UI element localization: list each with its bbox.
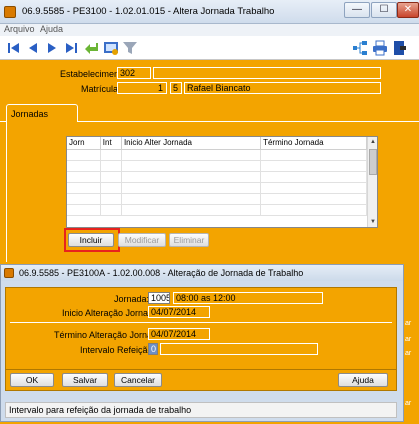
- close-button[interactable]: ✕: [397, 2, 419, 18]
- jornada-label: Jornada:: [114, 294, 150, 304]
- grid-header-row: Jorn Int Inicio Alter Jornada Término Jo…: [67, 137, 367, 150]
- column-header-termino[interactable]: Término Jornada: [260, 137, 367, 150]
- estabelecimento-desc-field: [153, 67, 381, 79]
- toolbar: [0, 36, 419, 60]
- inicio-label: Inicio Alteração Jornada:: [62, 308, 161, 318]
- background-window-edge: ar ar ar ar: [404, 290, 419, 424]
- exit-icon[interactable]: [392, 40, 408, 56]
- matricula-digit-field: 5: [170, 82, 182, 94]
- grid-vertical-scrollbar[interactable]: ▲ ▼: [367, 137, 377, 227]
- tab-jornadas[interactable]: Jornadas: [6, 104, 78, 122]
- table-row[interactable]: [67, 171, 367, 183]
- eliminar-button[interactable]: Eliminar: [169, 233, 209, 247]
- main-window: 06.9.5585 - PE3100 - 1.02.01.015 - Alter…: [0, 0, 419, 424]
- cancelar-button[interactable]: Cancelar: [114, 373, 162, 387]
- estabelecimento-field[interactable]: 302: [117, 67, 151, 79]
- modificar-button[interactable]: Modificar: [118, 233, 166, 247]
- jornada-desc-field: 08:00 as 12:00: [173, 292, 323, 304]
- dialog-separator: [10, 322, 392, 323]
- matricula-label: Matrícula:: [81, 84, 121, 94]
- scroll-thumb[interactable]: [369, 149, 377, 175]
- table-row[interactable]: [67, 182, 367, 194]
- intervalo-desc-field: [160, 343, 318, 355]
- matricula-field[interactable]: 1: [117, 82, 167, 94]
- jornadas-grid[interactable]: Jorn Int Inicio Alter Jornada Término Jo…: [66, 136, 378, 228]
- intervalo-label: Intervalo Refeição:: [80, 345, 156, 355]
- menu-arquivo[interactable]: Arquivo: [4, 24, 35, 34]
- hierarchy-icon[interactable]: [352, 40, 368, 56]
- table-row[interactable]: [67, 160, 367, 172]
- dialog-button-bar: OK Salvar Cancelar Ajuda: [5, 369, 397, 391]
- matricula-name-field: Rafael Biancato: [184, 82, 381, 94]
- last-record-icon[interactable]: [63, 40, 79, 56]
- jornada-field[interactable]: 1005: [148, 292, 170, 304]
- window-title: 06.9.5585 - PE3100 - 1.02.01.015 - Alter…: [22, 6, 275, 17]
- column-header-int[interactable]: Int: [100, 137, 122, 150]
- scroll-up-icon[interactable]: ▲: [369, 138, 377, 146]
- menu-bar: Arquivo Ajuda: [0, 24, 419, 36]
- column-header-inicio[interactable]: Inicio Alter Jornada: [121, 137, 262, 150]
- incluir-button[interactable]: Incluir: [68, 233, 114, 247]
- table-row[interactable]: [67, 193, 367, 205]
- title-bar: 06.9.5585 - PE3100 - 1.02.01.015 - Alter…: [0, 0, 419, 24]
- tab-jornadas-label: Jornadas: [11, 109, 49, 119]
- return-icon[interactable]: [84, 40, 100, 56]
- menu-ajuda[interactable]: Ajuda: [40, 24, 63, 34]
- intervalo-field[interactable]: 0: [148, 343, 158, 355]
- inicio-field[interactable]: 04/07/2014: [148, 306, 210, 318]
- table-row[interactable]: [67, 204, 367, 216]
- termino-field[interactable]: 04/07/2014: [148, 328, 210, 340]
- ok-button[interactable]: OK: [10, 373, 54, 387]
- first-record-icon[interactable]: [6, 40, 22, 56]
- minimize-button[interactable]: —: [344, 2, 370, 18]
- alteracao-jornada-dialog: 06.9.5585 - PE3100A - 1.02.00.008 - Alte…: [0, 264, 404, 422]
- filter-icon[interactable]: [122, 40, 138, 56]
- app-icon: [4, 6, 16, 18]
- table-row[interactable]: [67, 149, 367, 161]
- salvar-button[interactable]: Salvar: [62, 373, 108, 387]
- previous-record-icon[interactable]: [25, 40, 41, 56]
- next-record-icon[interactable]: [44, 40, 60, 56]
- scroll-down-icon[interactable]: ▼: [369, 218, 377, 226]
- dialog-title: 06.9.5585 - PE3100A - 1.02.00.008 - Alte…: [19, 268, 304, 278]
- print-icon[interactable]: [372, 40, 388, 56]
- ajuda-button[interactable]: Ajuda: [338, 373, 388, 387]
- maximize-button[interactable]: ☐: [371, 2, 397, 18]
- dialog-title-bar: 06.9.5585 - PE3100A - 1.02.00.008 - Alte…: [1, 265, 403, 281]
- view-icon[interactable]: [103, 40, 119, 56]
- dialog-app-icon: [4, 268, 14, 278]
- column-header-jorn[interactable]: Jorn: [67, 137, 101, 150]
- status-bar: Intervalo para refeição da jornada de tr…: [5, 402, 397, 418]
